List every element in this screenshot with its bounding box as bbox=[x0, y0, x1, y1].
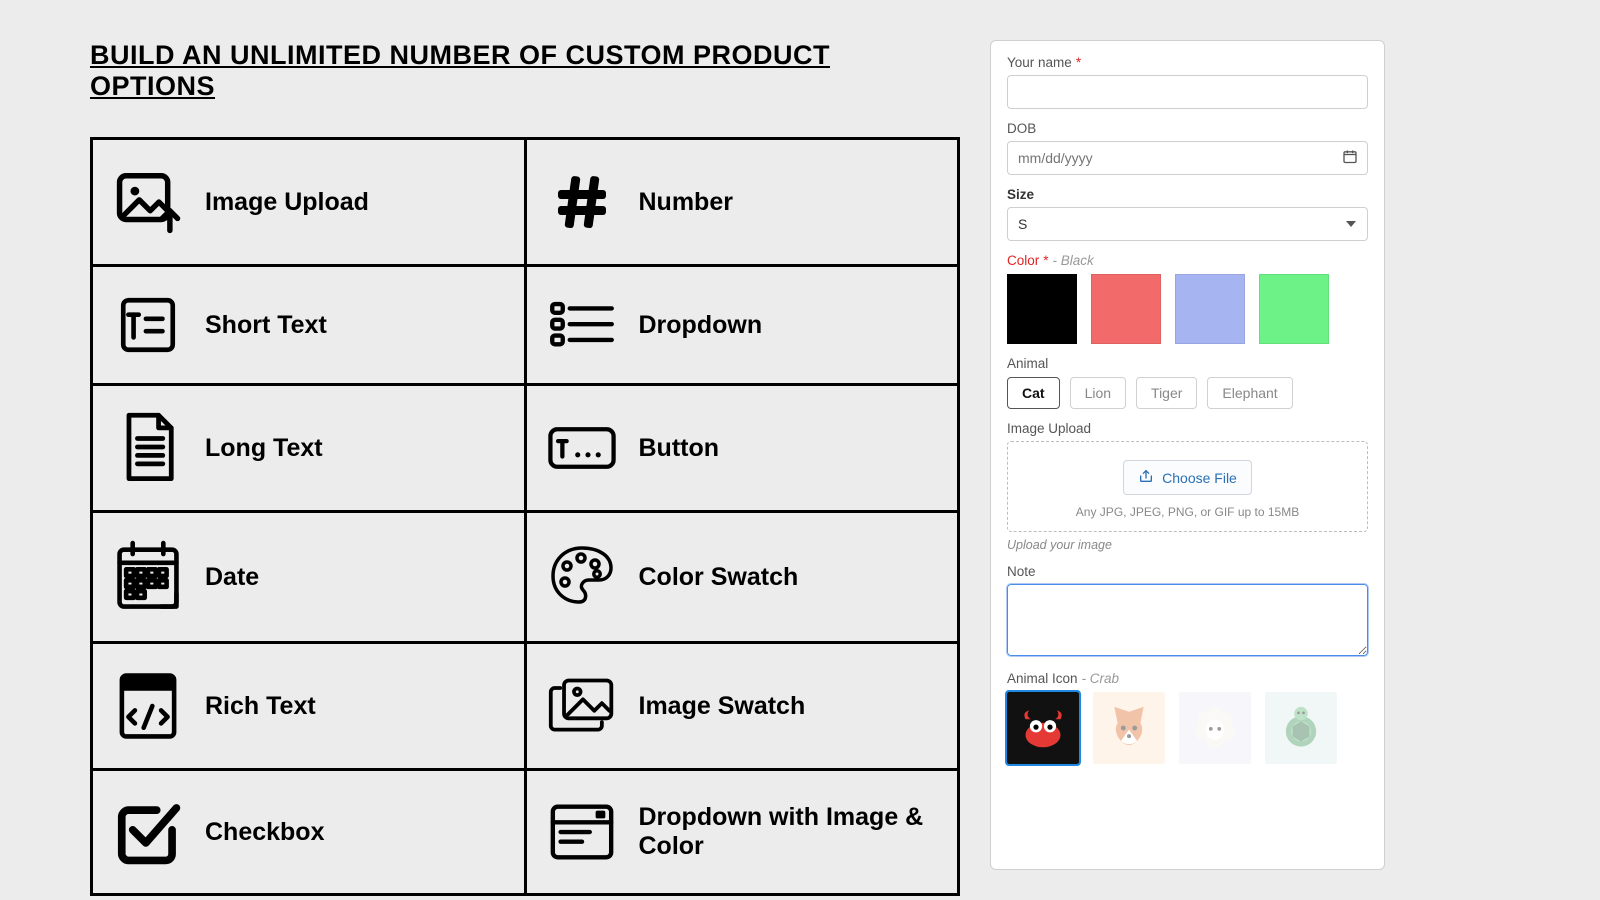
size-select[interactable]: S bbox=[1007, 207, 1368, 241]
grid-cell-dropdown: Dropdown bbox=[527, 267, 958, 383]
svg-text:HTM: HTM bbox=[128, 679, 152, 691]
checkbox-icon bbox=[113, 796, 183, 868]
image-swatch-icon bbox=[547, 671, 617, 741]
long-text-icon bbox=[113, 411, 183, 485]
animal-chip[interactable]: Lion bbox=[1070, 377, 1126, 409]
color-swatch-icon bbox=[547, 539, 617, 615]
note-label: Note bbox=[1007, 564, 1368, 579]
grid-label: Dropdown with Image & Color bbox=[639, 803, 938, 861]
date-icon bbox=[113, 538, 183, 616]
image-upload-icon bbox=[113, 165, 183, 239]
animal-chip[interactable]: Cat bbox=[1007, 377, 1060, 409]
file-uploader[interactable]: Choose File Any JPG, JPEG, PNG, or GIF u… bbox=[1007, 441, 1368, 532]
dropdown-icon bbox=[547, 295, 617, 355]
size-label: Size bbox=[1007, 187, 1368, 202]
animal-icon-option-crab[interactable] bbox=[1007, 692, 1079, 764]
rich-text-icon: HTM bbox=[113, 669, 183, 743]
grid-label: Short Text bbox=[205, 311, 327, 340]
grid-cell-color-swatch: Color Swatch bbox=[527, 513, 958, 641]
dob-label: DOB bbox=[1007, 121, 1368, 136]
grid-cell-image-upload: Image Upload bbox=[93, 140, 524, 264]
color-label: Color* - Black bbox=[1007, 253, 1368, 268]
upload-icon bbox=[1138, 468, 1154, 487]
grid-label: Image Upload bbox=[205, 188, 369, 217]
animal-label: Animal bbox=[1007, 356, 1368, 371]
option-type-grid: Image Upload Number bbox=[90, 137, 960, 896]
name-label: Your name* bbox=[1007, 55, 1368, 70]
grid-label: Dropdown bbox=[639, 311, 763, 340]
grid-cell-long-text: Long Text bbox=[93, 386, 524, 510]
grid-label: Long Text bbox=[205, 434, 323, 463]
grid-cell-number: Number bbox=[527, 140, 958, 264]
dob-field[interactable] bbox=[1007, 141, 1368, 175]
animal-icon-label: Animal Icon - Crab bbox=[1007, 671, 1368, 686]
note-field[interactable] bbox=[1007, 584, 1368, 656]
animal-chip[interactable]: Tiger bbox=[1136, 377, 1197, 409]
upload-help: Upload your image bbox=[1007, 538, 1368, 552]
grid-label: Number bbox=[639, 188, 733, 217]
name-field[interactable] bbox=[1007, 75, 1368, 109]
choose-file-button[interactable]: Choose File bbox=[1123, 460, 1252, 495]
animal-chip[interactable]: Elephant bbox=[1207, 377, 1292, 409]
dropdown-image-color-icon bbox=[547, 797, 617, 867]
color-swatch-option[interactable] bbox=[1091, 274, 1161, 344]
upload-hint: Any JPG, JPEG, PNG, or GIF up to 15MB bbox=[1018, 505, 1357, 519]
grid-cell-date: Date bbox=[93, 513, 524, 641]
color-swatch-option[interactable] bbox=[1175, 274, 1245, 344]
grid-cell-rich-text: HTM Rich Text bbox=[93, 644, 524, 768]
grid-label: Checkbox bbox=[205, 818, 324, 847]
animal-icon-option-sheep[interactable] bbox=[1179, 692, 1251, 764]
grid-cell-dropdown-image-color: Dropdown with Image & Color bbox=[527, 771, 958, 893]
page-title: BUILD AN UNLIMITED NUMBER OF CUSTOM PROD… bbox=[90, 40, 960, 102]
grid-label: Button bbox=[639, 434, 720, 463]
grid-label: Color Swatch bbox=[639, 563, 799, 592]
short-text-icon bbox=[113, 292, 183, 358]
upload-label: Image Upload bbox=[1007, 421, 1368, 436]
grid-cell-image-swatch: Image Swatch bbox=[527, 644, 958, 768]
grid-label: Image Swatch bbox=[639, 692, 806, 721]
color-swatch-option[interactable] bbox=[1007, 274, 1077, 344]
grid-cell-short-text: Short Text bbox=[93, 267, 524, 383]
animal-icon-option-fox[interactable] bbox=[1093, 692, 1165, 764]
number-icon bbox=[547, 170, 617, 234]
button-icon bbox=[547, 422, 617, 474]
grid-label: Date bbox=[205, 563, 259, 592]
grid-cell-checkbox: Checkbox bbox=[93, 771, 524, 893]
form-preview-panel: Your name* DOB Size S Color* - Black bbox=[990, 40, 1385, 870]
animal-icon-option-turtle[interactable] bbox=[1265, 692, 1337, 764]
grid-cell-button: Button bbox=[527, 386, 958, 510]
color-swatch-option[interactable] bbox=[1259, 274, 1329, 344]
grid-label: Rich Text bbox=[205, 692, 316, 721]
